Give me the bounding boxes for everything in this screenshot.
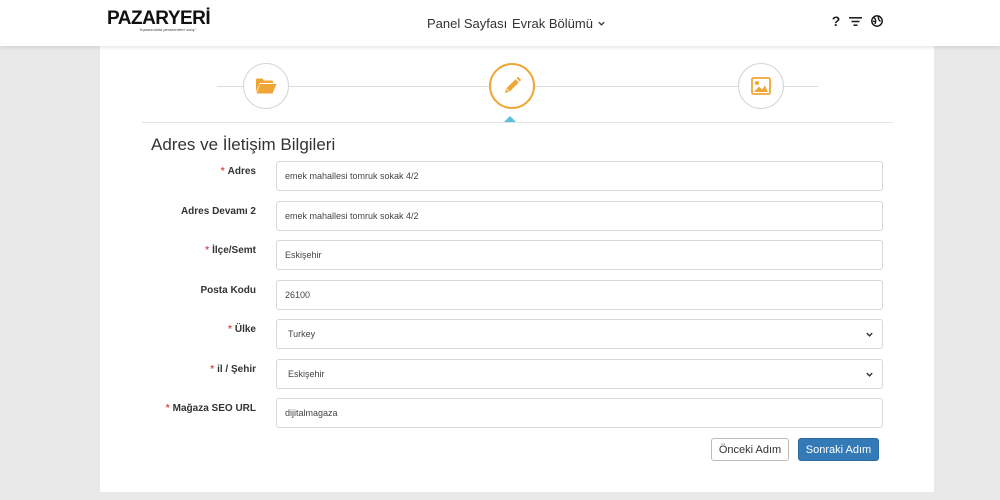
country-selected-value: Turkey (288, 329, 316, 339)
city-selected-value: Eskişehir (288, 369, 325, 379)
row-country: * Ülke Turkey (100, 319, 934, 349)
postal-code-field[interactable] (276, 280, 883, 310)
logo-text: PAZARYERİ (107, 8, 211, 29)
required-marker: * (227, 324, 232, 335)
country-select[interactable]: Turkey (276, 319, 883, 349)
row-city: * il / Şehir Eskişehir (100, 359, 934, 389)
top-navbar: PAZARYERİ "toptancılarla perakendeci sat… (0, 0, 1000, 46)
image-icon (751, 77, 771, 95)
address-input[interactable] (285, 162, 874, 190)
help-symbol: ? (831, 13, 841, 29)
previous-step-button[interactable]: Önceki Adım (711, 438, 789, 461)
address-label: * Adres (220, 166, 256, 177)
logo-tagline: "toptancılarla perakendeci satış" (139, 27, 197, 32)
seo-url-input[interactable] (285, 399, 874, 427)
row-district: * İlçe/Semt (100, 240, 934, 270)
row-postal-code: Posta Kodu (100, 280, 934, 310)
folder-open-icon (256, 78, 277, 94)
required-marker: * (220, 166, 225, 177)
form-card: Adres ve İletişim Bilgileri *Adres Adres… (100, 46, 934, 492)
help-icon[interactable]: ? (828, 13, 844, 29)
next-step-button[interactable]: Sonraki Adım (798, 438, 879, 461)
required-marker: * (165, 403, 170, 414)
filter-icon[interactable] (847, 13, 863, 29)
nav-documents-dropdown[interactable]: Evrak Bölümü (512, 16, 606, 31)
postal-code-input[interactable] (285, 281, 874, 309)
required-marker: * (210, 364, 215, 375)
district-input[interactable] (285, 241, 874, 269)
country-label: * Ülke (227, 324, 256, 335)
city-select[interactable]: Eskişehir (276, 359, 883, 389)
district-field[interactable] (276, 240, 883, 270)
chevron-down-icon (866, 372, 873, 377)
seo-url-label: * Mağaza SEO URL (165, 403, 256, 414)
address2-input[interactable] (285, 202, 874, 230)
logo[interactable]: PAZARYERİ "toptancılarla perakendeci sat… (107, 8, 211, 32)
required-marker: * (205, 245, 210, 256)
nav-documents-label: Evrak Bölümü (512, 16, 593, 31)
address2-label: Adres Devamı 2 (180, 206, 256, 217)
row-address: * Adres (100, 161, 934, 191)
address2-field[interactable] (276, 201, 883, 231)
pencil-icon (505, 76, 522, 93)
active-step-pointer (504, 116, 516, 122)
city-label: * il / Şehir (210, 364, 256, 375)
steps-divider (142, 122, 893, 123)
postal-code-label: Posta Kodu (200, 285, 256, 296)
chevron-down-icon (866, 332, 873, 337)
step-1-folder[interactable] (243, 63, 289, 109)
district-label: * İlçe/Semt (205, 245, 256, 256)
address-field[interactable] (276, 161, 883, 191)
row-address2: Adres Devamı 2 (100, 201, 934, 231)
section-title: Adres ve İletişim Bilgileri (151, 135, 336, 154)
nav-home-link[interactable]: Panel Sayfası (427, 16, 507, 31)
globe-icon[interactable] (869, 13, 885, 29)
step-2-pencil[interactable] (489, 63, 535, 109)
row-seo-url: * Mağaza SEO URL (100, 398, 934, 428)
seo-url-field[interactable] (276, 398, 883, 428)
step-3-image[interactable] (738, 63, 784, 109)
chevron-down-icon (598, 21, 605, 26)
